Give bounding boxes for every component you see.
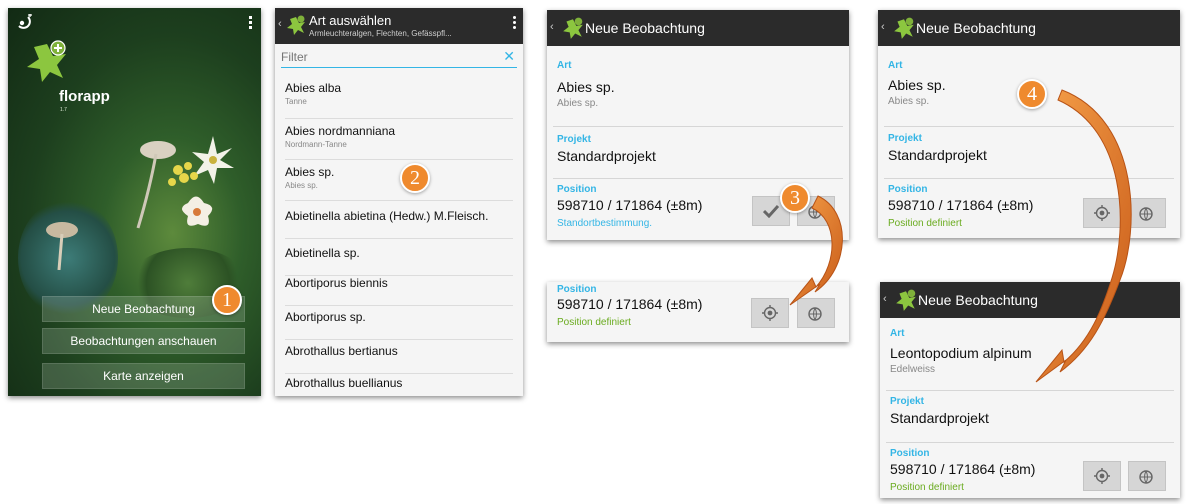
step-badge: 4: [1017, 79, 1047, 109]
position-status: Standortbestimmung.: [557, 218, 653, 229]
overflow-menu-icon[interactable]: [513, 16, 517, 31]
species-select-screen: ‹ Art auswählen Armleuchteralgen, Flecht…: [275, 8, 523, 396]
action-bar: ‹ Neue Beobachtung: [880, 282, 1180, 318]
florapp-logo-icon[interactable]: [561, 16, 585, 40]
project-value[interactable]: Standardprojekt: [890, 410, 989, 426]
app-name: florapp: [59, 88, 110, 105]
list-item[interactable]: Abortiporus sp.: [285, 310, 513, 340]
list-item[interactable]: Abies alba Tanne: [285, 81, 513, 119]
list-item[interactable]: Abies sp. Abies sp.: [285, 165, 513, 201]
position-status: Position definiert: [890, 482, 964, 493]
globe-pin-icon: [1139, 470, 1153, 484]
position-value: 598710 / 171864 (±8m): [557, 197, 703, 213]
clear-icon[interactable]: ✕: [503, 48, 515, 65]
project-value[interactable]: Standardprojekt: [557, 148, 656, 164]
florapp-logo-icon: [27, 40, 66, 82]
position-value: 598710 / 171864 (±8m): [890, 461, 1036, 477]
app-version: 1.7: [60, 107, 67, 113]
back-chevron-icon[interactable]: ‹: [278, 18, 282, 30]
list-item[interactable]: Abortiporus biennis: [285, 276, 513, 306]
project-value[interactable]: Standardprojekt: [888, 147, 987, 163]
florapp-logo-icon[interactable]: [285, 14, 307, 36]
action-bar: ‹ Neue Beobachtung: [878, 10, 1180, 46]
list-item[interactable]: Abietinella sp.: [285, 246, 513, 276]
observation-screen: ‹ Neue Beobachtung Art Abies sp. Abies s…: [878, 10, 1180, 238]
gps-satellite-icon[interactable]: [16, 14, 34, 32]
back-chevron-icon[interactable]: ‹: [881, 21, 885, 33]
back-chevron-icon[interactable]: ‹: [883, 293, 887, 305]
gps-locate-button[interactable]: [1083, 461, 1121, 491]
gps-locate-button[interactable]: [751, 298, 789, 328]
flowers-illustration-icon: [136, 136, 234, 229]
florapp-logo-icon[interactable]: [892, 16, 916, 40]
florapp-logo-icon[interactable]: [894, 288, 918, 312]
position-status: Position definiert: [557, 317, 631, 328]
filter-field[interactable]: ✕: [281, 48, 517, 68]
observation-form: Art Abies sp. Abies sp. Projekt Standard…: [547, 46, 849, 240]
observation-screen: ‹ Neue Beobachtung Art Leontopodium alpi…: [880, 282, 1180, 498]
overflow-menu-icon[interactable]: [249, 16, 253, 29]
step-badge: 3: [780, 183, 810, 213]
step-badge: 2: [400, 163, 430, 193]
list-item[interactable]: Abrothallus buellianus: [285, 376, 513, 396]
crosshair-icon: [1094, 205, 1110, 221]
gps-locate-button[interactable]: [1083, 198, 1121, 228]
observation-form: Art Leontopodium alpinum Edelweiss Proje…: [880, 318, 1180, 498]
home-screen: florapp 1.7 Neue Beobachtung Beobachtung…: [8, 8, 261, 396]
species-value[interactable]: Leontopodium alpinum: [890, 345, 1032, 361]
screen-title: Neue Beobachtung: [585, 20, 705, 36]
step-badge: 1: [212, 285, 242, 315]
position-value: 598710 / 171864 (±8m): [557, 296, 703, 312]
screen-title: Neue Beobachtung: [916, 20, 1036, 36]
list-item[interactable]: Abietinella abietina (Hedw.) M.Fleisch.: [285, 209, 513, 239]
map-location-button[interactable]: [1128, 461, 1166, 491]
back-chevron-icon[interactable]: ‹: [550, 21, 554, 33]
crosshair-icon: [762, 305, 778, 321]
filter-input[interactable]: [281, 50, 491, 64]
list-item[interactable]: Abrothallus bertianus: [285, 344, 513, 374]
map-location-button[interactable]: [1128, 198, 1166, 228]
globe-pin-icon: [1139, 207, 1153, 221]
screen-title: Art auswählen: [309, 13, 392, 28]
mushroom-icon: [46, 222, 78, 270]
species-value[interactable]: Abies sp.: [888, 77, 946, 93]
position-defined-card: Position 598710 / 171864 (±8m) Position …: [547, 282, 849, 342]
position-value: 598710 / 171864 (±8m): [888, 197, 1034, 213]
species-value[interactable]: Abies sp.: [557, 79, 615, 95]
screen-title: Neue Beobachtung: [918, 292, 1038, 308]
globe-pin-icon: [808, 307, 822, 321]
view-observations-button[interactable]: Beobachtungen anschauen: [42, 328, 245, 354]
screen-subtitle: Armleuchteralgen, Flechten, Gefässpfl...: [309, 29, 452, 38]
action-bar: ‹ Art auswählen Armleuchteralgen, Flecht…: [275, 8, 523, 44]
action-bar: ‹ Neue Beobachtung: [547, 10, 849, 46]
crosshair-icon: [1094, 468, 1110, 484]
observation-form: Art Abies sp. Abies sp. Projekt Standard…: [878, 46, 1180, 238]
list-item[interactable]: Abies nordmanniana Nordmann-Tanne: [285, 124, 513, 160]
globe-pin-icon: [808, 205, 822, 219]
checkmark-icon: [763, 204, 779, 218]
position-status: Position definiert: [888, 218, 962, 229]
show-map-button[interactable]: Karte anzeigen: [42, 363, 245, 389]
map-location-button[interactable]: [797, 298, 835, 328]
